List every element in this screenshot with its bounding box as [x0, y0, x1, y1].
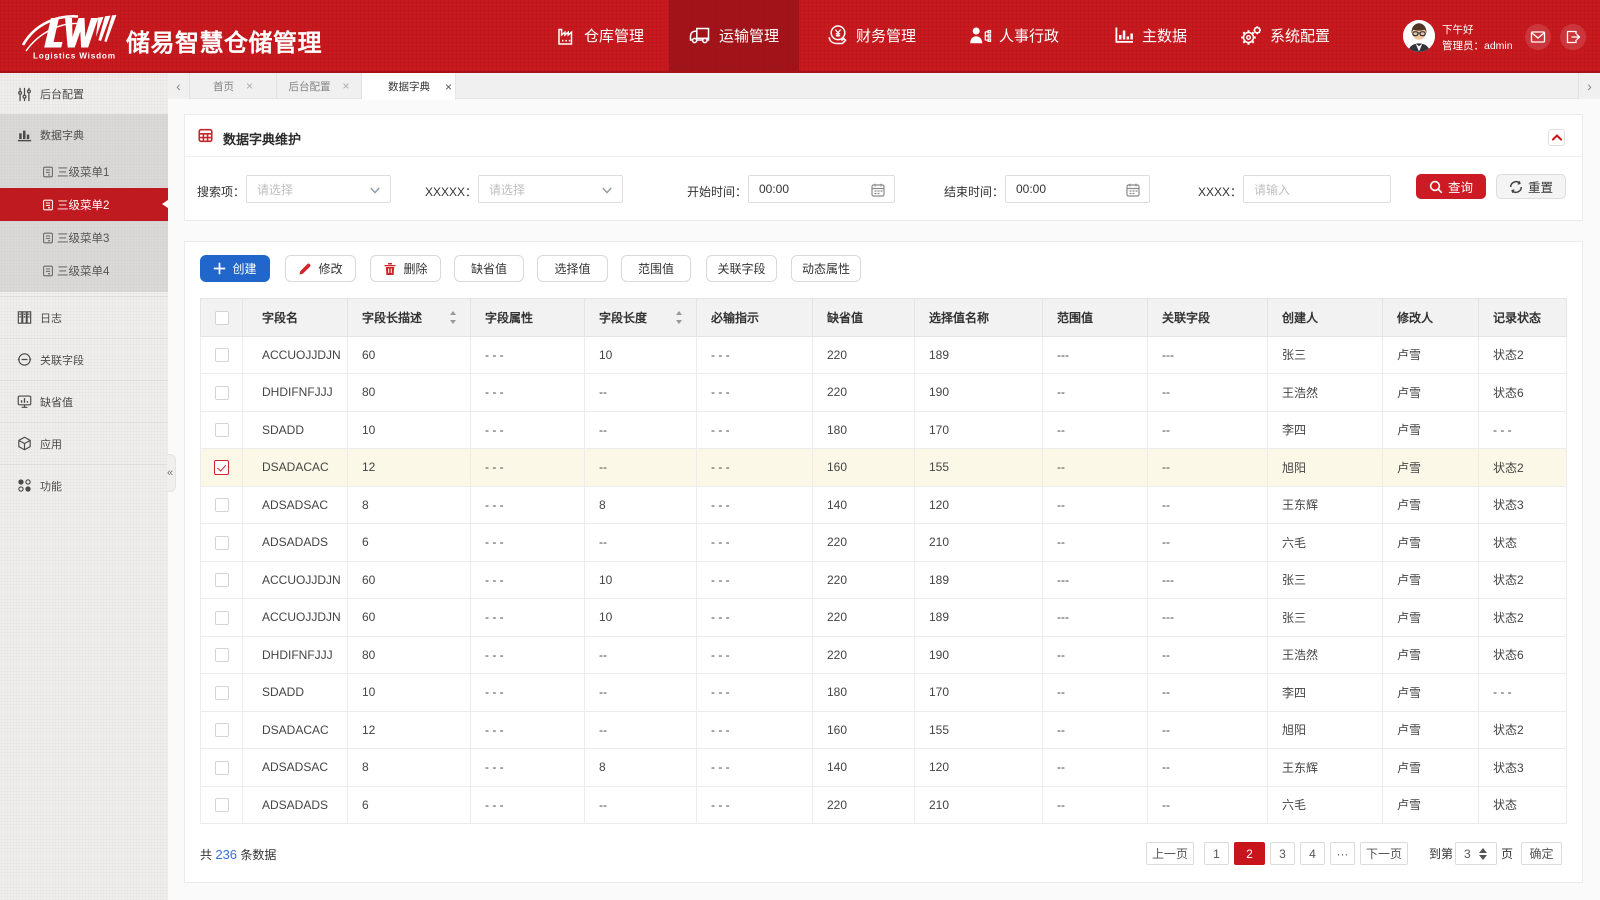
svg-text:Logistics Wisdom: Logistics Wisdom — [33, 52, 116, 61]
